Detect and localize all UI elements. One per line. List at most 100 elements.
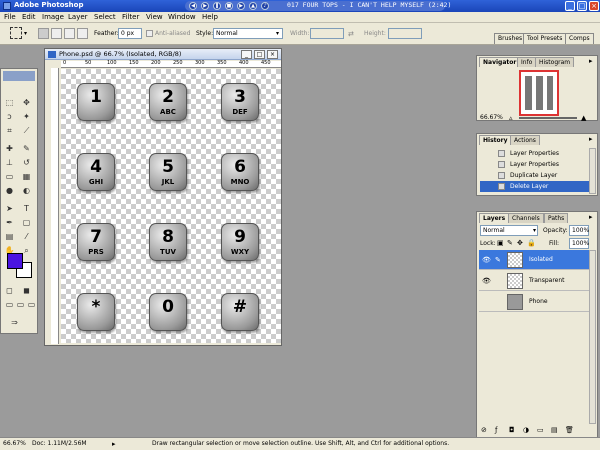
intersect-selection-icon[interactable] bbox=[77, 28, 88, 39]
lasso-tool-icon[interactable]: ↄ bbox=[4, 111, 15, 122]
lock-pixels-icon[interactable]: ✎ bbox=[507, 239, 513, 247]
screen-mode-full-icon[interactable]: ▭ bbox=[26, 299, 37, 310]
height-input[interactable] bbox=[388, 28, 422, 39]
lock-transparency-icon[interactable]: ▣ bbox=[497, 239, 504, 247]
subtract-selection-icon[interactable] bbox=[64, 28, 75, 39]
screen-mode-full-menu-icon[interactable]: ▭ bbox=[15, 299, 26, 310]
dodge-tool-icon[interactable]: ◐ bbox=[21, 185, 32, 196]
tab-info[interactable]: Info bbox=[517, 57, 537, 67]
tool-preset-chevron-icon[interactable]: ▾ bbox=[24, 30, 27, 37]
add-selection-icon[interactable] bbox=[51, 28, 62, 39]
stamp-tool-icon[interactable]: ⊥ bbox=[4, 157, 15, 168]
history-brush-icon[interactable]: ↺ bbox=[21, 157, 32, 168]
brush-link-icon[interactable]: ✎ bbox=[495, 256, 501, 264]
slice-tool-icon[interactable]: ⟋ bbox=[21, 125, 32, 136]
imageready-icon[interactable]: ⇒ bbox=[9, 317, 20, 328]
blend-dropdown-icon[interactable]: ▾ bbox=[533, 227, 536, 234]
move-tool-icon[interactable]: ✥ bbox=[21, 97, 32, 108]
next-icon[interactable]: ▶ bbox=[237, 2, 245, 10]
play-icon[interactable]: ▶ bbox=[201, 2, 209, 10]
type-tool-icon[interactable]: T bbox=[21, 203, 32, 214]
layer-style-icon[interactable]: ƒ bbox=[495, 426, 497, 434]
navigator-thumbnail[interactable] bbox=[519, 70, 559, 116]
tab-layers[interactable]: Layers bbox=[479, 213, 510, 223]
opacity-input[interactable]: 100% bbox=[569, 225, 589, 236]
tab-histogram[interactable]: Histogram bbox=[535, 57, 575, 67]
tab-actions[interactable]: Actions bbox=[510, 135, 540, 145]
document-canvas[interactable]: 1 2 ABC 3 DEF 4 GHI 5 JKL 6 MNO 7 PRS 8 TUV 9 WX… bbox=[61, 69, 281, 343]
swap-icon[interactable]: ⇄ bbox=[348, 30, 354, 38]
close-button[interactable]: × bbox=[589, 1, 599, 11]
eraser-tool-icon[interactable]: ▭ bbox=[4, 171, 15, 182]
zoom-slider[interactable] bbox=[519, 117, 577, 119]
navigator-zoom[interactable]: 66.67% bbox=[480, 114, 503, 121]
tab-navigator[interactable]: Navigator bbox=[479, 57, 521, 67]
prev-icon[interactable]: ◀ bbox=[189, 2, 197, 10]
pen-tool-icon[interactable]: ✒ bbox=[4, 217, 15, 228]
eject-icon[interactable]: ▲ bbox=[249, 2, 257, 10]
volume-icon[interactable]: ♪ bbox=[261, 2, 269, 10]
menu-filter[interactable]: Filter bbox=[122, 13, 139, 21]
lock-all-icon[interactable]: 🔒 bbox=[527, 239, 536, 247]
panel-menu-icon[interactable]: ▸ bbox=[589, 135, 593, 143]
panel-menu-icon[interactable]: ▸ bbox=[589, 213, 593, 221]
menu-window[interactable]: Window bbox=[168, 13, 196, 21]
tab-paths[interactable]: Paths bbox=[544, 213, 569, 223]
foreground-color-swatch[interactable] bbox=[7, 253, 23, 269]
layer-row-transparent[interactable]: 👁 Transparent bbox=[479, 271, 593, 291]
brush-tool-icon[interactable]: ✎ bbox=[21, 143, 32, 154]
marquee-tool-icon[interactable]: ⬚ bbox=[4, 97, 15, 108]
tab-history[interactable]: History bbox=[479, 135, 512, 145]
tab-brushes[interactable]: Brushes bbox=[494, 33, 527, 44]
link-layers-icon[interactable]: ⊘ bbox=[481, 426, 487, 434]
new-group-icon[interactable]: ▭ bbox=[537, 426, 544, 434]
menu-image[interactable]: Image bbox=[42, 13, 64, 21]
visibility-eye-icon[interactable]: 👁 bbox=[482, 256, 491, 264]
layer-mask-icon[interactable]: ◘ bbox=[509, 426, 515, 434]
healing-brush-icon[interactable]: ✚ bbox=[4, 143, 15, 154]
standard-mode-icon[interactable]: ◻ bbox=[4, 285, 15, 296]
tab-tool-presets[interactable]: Tool Presets bbox=[523, 33, 567, 44]
zoom-out-icon[interactable]: ▵ bbox=[509, 114, 513, 122]
doc-close-button[interactable]: × bbox=[267, 50, 278, 59]
maximize-button[interactable]: □ bbox=[577, 1, 587, 11]
marquee-tool-icon[interactable] bbox=[10, 27, 22, 39]
gradient-tool-icon[interactable]: ▦ bbox=[21, 171, 32, 182]
style-select[interactable]: Normal bbox=[213, 28, 283, 39]
history-item[interactable]: Layer Properties bbox=[480, 159, 590, 170]
lock-position-icon[interactable]: ✥ bbox=[517, 239, 523, 247]
new-layer-icon[interactable]: ▤ bbox=[551, 426, 558, 434]
pause-icon[interactable]: ❚ bbox=[213, 2, 221, 10]
history-item[interactable]: Layer Properties bbox=[480, 148, 590, 159]
screen-mode-standard-icon[interactable]: ▭ bbox=[4, 299, 15, 310]
magic-wand-icon[interactable]: ✦ bbox=[21, 111, 32, 122]
crop-tool-icon[interactable]: ⌗ bbox=[4, 125, 15, 136]
quickmask-mode-icon[interactable]: ◼ bbox=[21, 285, 32, 296]
zoom-in-icon[interactable]: ▲ bbox=[581, 114, 586, 122]
history-item-selected[interactable]: Delete Layer bbox=[480, 181, 590, 192]
status-doc-size[interactable]: Doc: 1.11M/2.56M bbox=[32, 440, 87, 447]
feather-input[interactable]: 0 px bbox=[118, 28, 142, 39]
eyedropper-icon[interactable]: ⁄ bbox=[21, 231, 32, 242]
minimize-button[interactable]: _ bbox=[565, 1, 575, 11]
panel-menu-icon[interactable]: ▸ bbox=[589, 57, 593, 65]
menu-edit[interactable]: Edit bbox=[22, 13, 36, 21]
visibility-eye-icon[interactable]: 👁 bbox=[482, 277, 491, 285]
doc-maximize-button[interactable]: □ bbox=[254, 50, 265, 59]
tab-channels[interactable]: Channels bbox=[508, 213, 544, 223]
shape-tool-icon[interactable]: ▢ bbox=[21, 217, 32, 228]
style-dropdown-icon[interactable]: ▾ bbox=[276, 30, 279, 37]
width-input[interactable] bbox=[310, 28, 344, 39]
menu-select[interactable]: Select bbox=[94, 13, 116, 21]
notes-tool-icon[interactable]: ▤ bbox=[4, 231, 15, 242]
menu-file[interactable]: File bbox=[4, 13, 16, 21]
fill-input[interactable]: 100% bbox=[569, 238, 589, 249]
menu-view[interactable]: View bbox=[146, 13, 163, 21]
history-item[interactable]: Duplicate Layer bbox=[480, 170, 590, 181]
blur-tool-icon[interactable]: ● bbox=[4, 185, 15, 196]
history-scrollbar[interactable] bbox=[589, 148, 596, 194]
trash-icon[interactable]: 🗑 bbox=[565, 426, 574, 434]
layer-row-phone[interactable]: Phone bbox=[479, 292, 593, 312]
adjustment-layer-icon[interactable]: ◑ bbox=[523, 426, 529, 434]
layers-scrollbar[interactable] bbox=[589, 250, 596, 424]
